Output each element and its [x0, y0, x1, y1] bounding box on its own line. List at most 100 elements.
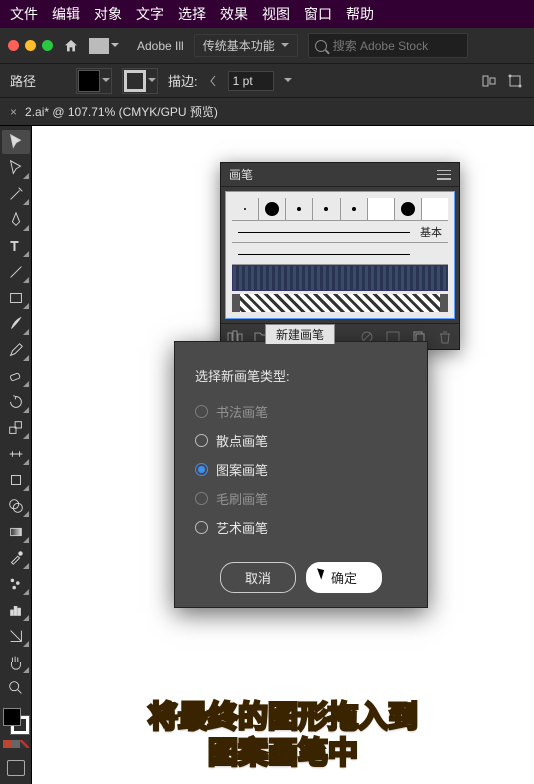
menu-effect[interactable]: 效果: [216, 4, 252, 24]
pencil-tool[interactable]: [2, 338, 30, 362]
brush-swatch[interactable]: [395, 198, 422, 220]
fill-color-icon[interactable]: [3, 708, 21, 726]
brush-swatch[interactable]: [232, 198, 259, 220]
brush-swatch[interactable]: [259, 198, 286, 220]
pattern-brush-row[interactable]: [232, 265, 448, 291]
brush-swatch[interactable]: [313, 198, 340, 220]
close-tab-icon[interactable]: ×: [10, 105, 17, 119]
tool-palette: T: [0, 126, 32, 784]
menu-help[interactable]: 帮助: [342, 4, 378, 24]
hand-tool[interactable]: [2, 650, 30, 674]
fill-stroke-indicator[interactable]: [3, 708, 29, 734]
zoom-tool[interactable]: [2, 676, 30, 700]
transform-icon[interactable]: [508, 74, 524, 88]
caption-overlay: 将最终的图形拖入到 图案画笔中: [32, 700, 534, 772]
width-tool[interactable]: [2, 442, 30, 466]
workspace-dropdown[interactable]: 传统基本功能: [194, 34, 298, 57]
option-art[interactable]: 艺术画笔: [195, 513, 407, 542]
brush-swatch[interactable]: [286, 198, 313, 220]
stroke-weight-input[interactable]: [228, 71, 274, 91]
chevron-down-icon: [148, 78, 156, 86]
color-mode-icons[interactable]: [3, 740, 29, 750]
document-tab-bar: × 2.ai* @ 107.71% (CMYK/GPU 预览): [0, 98, 534, 126]
option-pattern[interactable]: 图案画笔: [195, 455, 407, 484]
align-icon[interactable]: [482, 74, 498, 88]
chevron-down-icon: [281, 43, 289, 51]
option-label: 图案画笔: [216, 460, 268, 479]
menu-object[interactable]: 对象: [90, 4, 126, 24]
option-calligraphic: 书法画笔: [195, 397, 407, 426]
canvas[interactable]: GXT网 画笔 基本: [32, 126, 534, 784]
magic-wand-tool[interactable]: [2, 182, 30, 206]
fill-swatch[interactable]: [76, 68, 112, 94]
type-tool[interactable]: T: [2, 234, 30, 258]
gradient-tool[interactable]: [2, 520, 30, 544]
scale-tool[interactable]: [2, 416, 30, 440]
control-bar: 路径 描边:: [0, 64, 534, 98]
panel-menu-icon[interactable]: [437, 170, 451, 180]
dialog-header: 新建画笔: [265, 324, 335, 344]
new-brush-dialog: 新建画笔 选择新画笔类型: 书法画笔 散点画笔 图案画笔 毛刷画笔 艺术画笔 取…: [174, 341, 428, 608]
shape-builder-tool[interactable]: [2, 494, 30, 518]
delete-brush-icon[interactable]: [437, 330, 453, 344]
brush-swatch[interactable]: [422, 198, 448, 220]
dialog-title: 选择新画笔类型:: [195, 366, 407, 385]
svg-text:T: T: [10, 240, 18, 254]
screen-mode-icon[interactable]: [7, 760, 25, 776]
app-bar: Adobe Ill 传统基本功能 搜索 Adobe Stock: [0, 28, 534, 64]
menu-file[interactable]: 文件: [6, 4, 42, 24]
menu-window[interactable]: 窗口: [300, 4, 336, 24]
cancel-button[interactable]: 取消: [220, 562, 296, 593]
panel-header: 画笔: [221, 163, 459, 187]
eyedropper-tool[interactable]: [2, 546, 30, 570]
eraser-tool[interactable]: [2, 364, 30, 388]
caption-line-2: 图案画笔中: [32, 736, 534, 772]
selection-tool[interactable]: [2, 130, 30, 154]
ok-button[interactable]: 确定: [306, 562, 382, 593]
paintbrush-tool[interactable]: [2, 312, 30, 336]
stroke-swatch[interactable]: [122, 68, 158, 94]
slice-tool[interactable]: [2, 624, 30, 648]
brushes-panel[interactable]: 画笔 基本: [220, 162, 460, 350]
search-placeholder: 搜索 Adobe Stock: [333, 37, 428, 54]
main-area: T GXT网 画笔: [0, 126, 534, 784]
panel-title: 画笔: [229, 166, 253, 183]
mouse-cursor-icon: [317, 566, 327, 579]
art-brush-row[interactable]: [232, 294, 448, 312]
option-label: 艺术画笔: [216, 518, 268, 537]
brush-swatch[interactable]: [341, 198, 368, 220]
workspace-label: 传统基本功能: [203, 37, 275, 54]
close-window-button[interactable]: [8, 40, 19, 51]
option-scatter[interactable]: 散点画笔: [195, 426, 407, 455]
selection-type-label: 路径: [10, 71, 36, 90]
stroke-decrement-icon[interactable]: [208, 73, 218, 89]
stroke-label: 描边:: [168, 71, 198, 90]
menu-select[interactable]: 选择: [174, 4, 210, 24]
basic-brush[interactable]: 基本: [232, 221, 448, 243]
window-controls: [8, 40, 53, 51]
minimize-window-button[interactable]: [25, 40, 36, 51]
menu-edit[interactable]: 编辑: [48, 4, 84, 24]
document-layout-icon[interactable]: [89, 38, 109, 54]
menu-type[interactable]: 文字: [132, 4, 168, 24]
product-label: Adobe Ill: [137, 39, 184, 53]
graph-tool[interactable]: [2, 598, 30, 622]
line-tool[interactable]: [2, 260, 30, 284]
symbol-sprayer-tool[interactable]: [2, 572, 30, 596]
brush-swatch[interactable]: [368, 198, 395, 220]
chevron-down-icon[interactable]: [284, 78, 292, 86]
home-icon[interactable]: [63, 38, 79, 54]
pen-tool[interactable]: [2, 208, 30, 232]
option-label: 散点画笔: [216, 431, 268, 450]
document-tab-title[interactable]: 2.ai* @ 107.71% (CMYK/GPU 预览): [25, 103, 218, 120]
free-transform-tool[interactable]: [2, 468, 30, 492]
brush-list[interactable]: 基本: [225, 191, 455, 319]
menu-view[interactable]: 视图: [258, 4, 294, 24]
search-input[interactable]: 搜索 Adobe Stock: [308, 33, 468, 58]
direct-selection-tool[interactable]: [2, 156, 30, 180]
maximize-window-button[interactable]: [42, 40, 53, 51]
option-bristle: 毛刷画笔: [195, 484, 407, 513]
rectangle-tool[interactable]: [2, 286, 30, 310]
brush-row[interactable]: [232, 243, 448, 265]
rotate-tool[interactable]: [2, 390, 30, 414]
